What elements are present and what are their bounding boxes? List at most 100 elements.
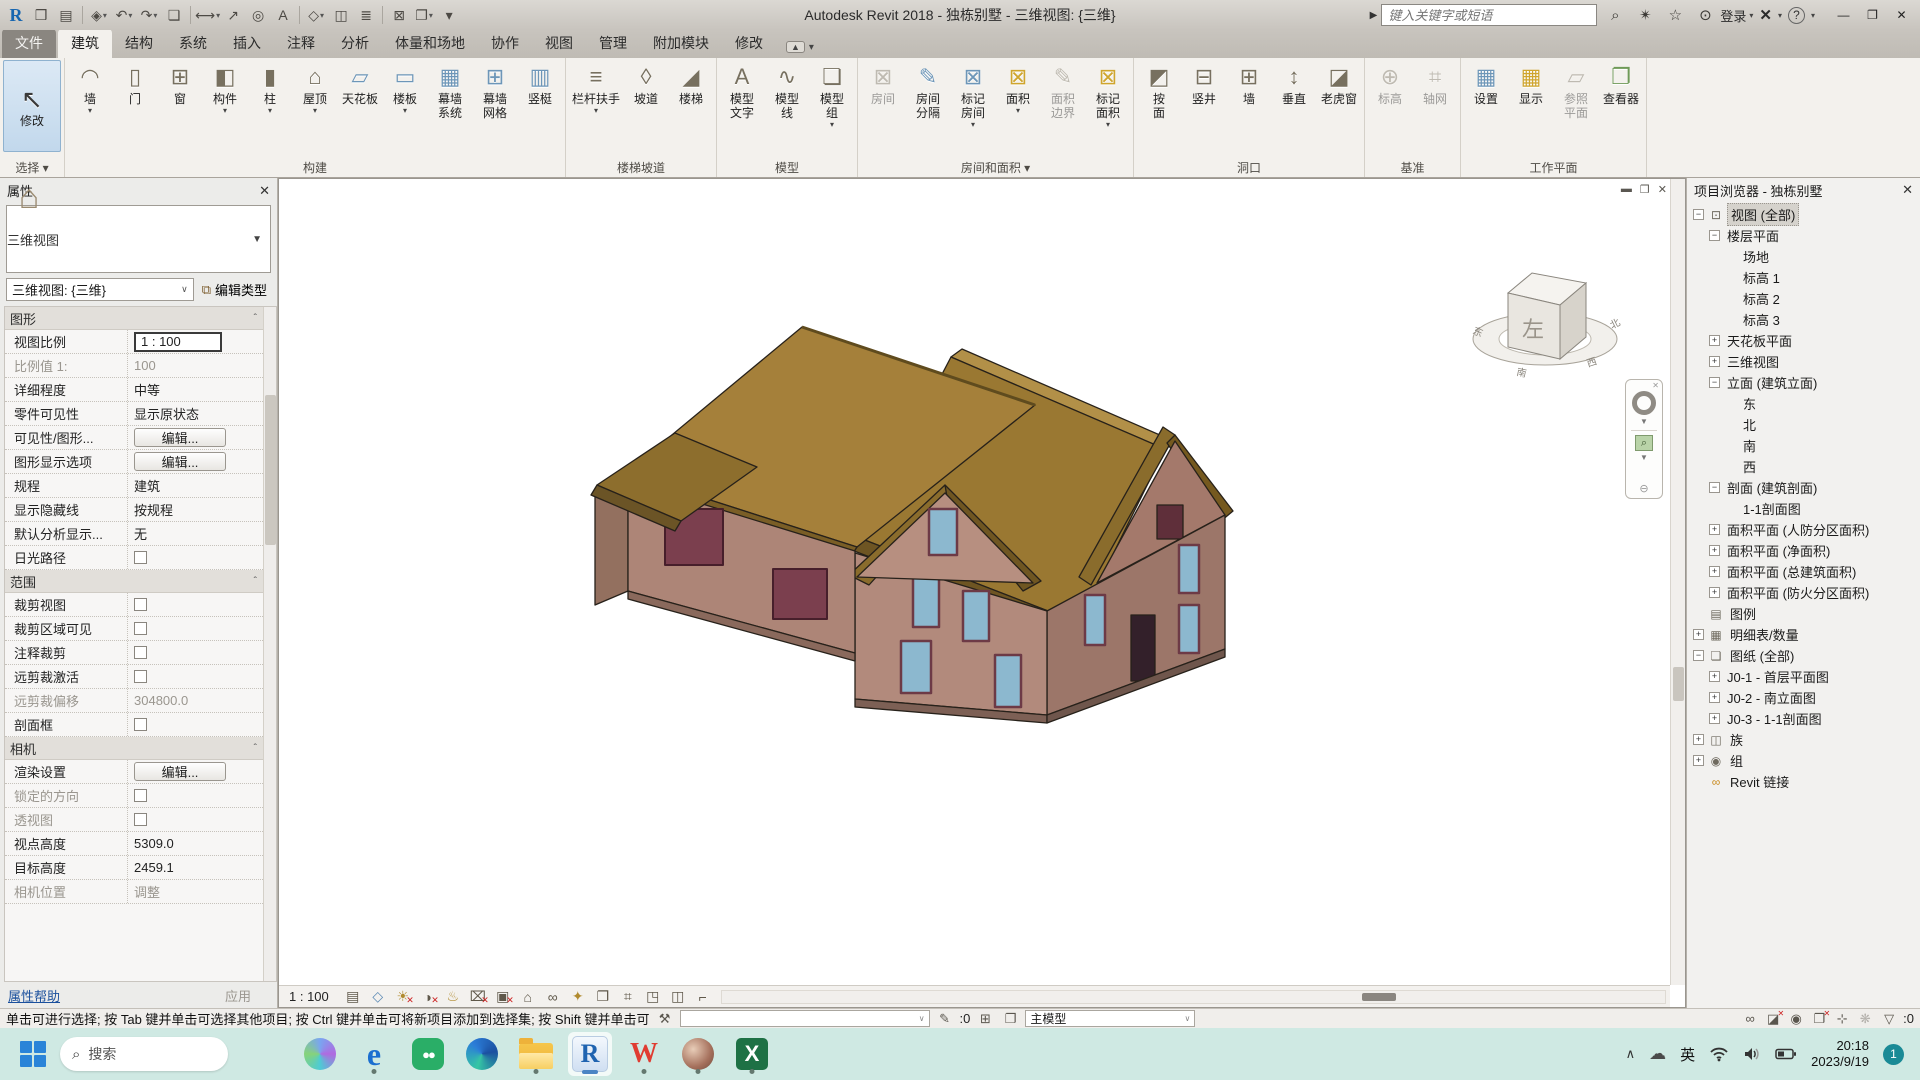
tree-expander-icon[interactable]: + — [1709, 545, 1720, 556]
temporary-view-properties-icon[interactable]: ❐ — [591, 987, 615, 1006]
taskbar-app-explorer[interactable] — [514, 1032, 558, 1076]
tree-item[interactable]: +三维视图 — [1687, 351, 1920, 372]
tab-结构[interactable]: 结构 — [112, 29, 166, 58]
tree-expander-icon[interactable]: + — [1709, 524, 1720, 535]
taskbar-app-copilot[interactable] — [298, 1032, 342, 1076]
tab-协作[interactable]: 协作 — [478, 29, 532, 58]
tree-expander-icon[interactable]: + — [1693, 734, 1704, 745]
highlight-displacement-sets-icon[interactable]: ◳ — [641, 987, 665, 1006]
tree-item[interactable]: +▦明细表/数量 — [1687, 624, 1920, 645]
detail-level-icon[interactable]: ▤ — [341, 987, 365, 1006]
close-hidden-windows-icon[interactable]: ⊠ — [387, 3, 411, 27]
tree-item[interactable]: −楼层平面 — [1687, 225, 1920, 246]
notification-badge[interactable]: 1 — [1883, 1044, 1904, 1065]
properties-scrollbar[interactable] — [263, 307, 276, 981]
tree-expander-icon[interactable]: − — [1709, 482, 1720, 493]
tree-expander-icon[interactable]: + — [1709, 671, 1720, 682]
ribbon-button-显示[interactable]: ▦显示 — [1509, 60, 1553, 108]
tree-item[interactable]: +J0-3 - 1-1剖面图 — [1687, 708, 1920, 729]
tab-管理[interactable]: 管理 — [586, 29, 640, 58]
autodesk-app-store-icon[interactable]: ✕ — [1759, 6, 1772, 25]
tab-体量和场地[interactable]: 体量和场地 — [382, 29, 478, 58]
ribbon-button-垂直[interactable]: ↕垂直 — [1272, 60, 1316, 108]
tree-item[interactable]: +面积平面 (净面积) — [1687, 540, 1920, 561]
tree-item[interactable]: −⊡视图 (全部) — [1687, 204, 1920, 225]
show-constraints-icon[interactable]: ⌐ — [691, 987, 715, 1006]
close-icon[interactable]: ✕ — [1652, 383, 1659, 389]
input-language-indicator[interactable]: 英 — [1680, 1044, 1695, 1065]
tree-expander-icon[interactable]: + — [1709, 587, 1720, 598]
tree-item[interactable]: 西 — [1687, 456, 1920, 477]
ribbon-button-竖井[interactable]: ⊟竖井 — [1182, 60, 1226, 108]
communication-center-icon[interactable]: ✴ — [1633, 4, 1657, 26]
taskbar-app-edge[interactable] — [460, 1032, 504, 1076]
select-links-icon[interactable]: ∞ — [1740, 1011, 1760, 1026]
tray-expand-icon[interactable]: ∧ — [1626, 1046, 1636, 1062]
steering-wheel-icon[interactable] — [1632, 391, 1656, 415]
select-underlay-elements-icon[interactable]: ◪✕ — [1763, 1011, 1783, 1027]
thin-lines-icon[interactable]: ≣ — [354, 3, 378, 27]
tree-item[interactable]: 东 — [1687, 393, 1920, 414]
reveal-hidden-elements-icon[interactable]: ✦ — [566, 987, 590, 1006]
filter-icon[interactable]: ▽ — [1879, 1011, 1899, 1027]
value-input[interactable]: 1 : 100 — [134, 332, 222, 352]
tree-item[interactable]: 场地 — [1687, 246, 1920, 267]
taskbar-app-photos[interactable] — [676, 1032, 720, 1076]
locked-3d-view-icon[interactable]: ⌂ — [516, 987, 540, 1006]
measure-icon[interactable]: ⟷▾ — [195, 3, 220, 27]
checkbox[interactable] — [134, 551, 147, 564]
ribbon-button-模型组[interactable]: ❏模型 组▾ — [810, 60, 854, 131]
tab-分析[interactable]: 分析 — [328, 29, 382, 58]
help-search-input[interactable] — [1381, 4, 1597, 26]
ribbon-button-门[interactable]: ▯门 — [113, 60, 157, 108]
signin-button[interactable]: ⊙ 登录 ▾ — [1693, 4, 1753, 26]
properties-help-link[interactable]: 属性帮助 — [8, 986, 60, 1005]
ribbon-button-柱[interactable]: ▮柱▾ — [248, 60, 292, 117]
tree-item[interactable]: 标高 1 — [1687, 267, 1920, 288]
tab-文件[interactable]: 文件 — [2, 29, 56, 58]
visual-style-icon[interactable]: ◇ — [366, 987, 390, 1006]
edit-type-button[interactable]: ⧉ 编辑类型 — [198, 278, 271, 301]
tree-item[interactable]: +面积平面 (总建筑面积) — [1687, 561, 1920, 582]
ribbon-button-竖梃[interactable]: ▥竖梃 — [518, 60, 562, 108]
ribbon-button-设置[interactable]: ▦设置 — [1464, 60, 1508, 108]
switch-windows-icon[interactable]: ❐▾ — [412, 3, 436, 27]
ribbon-button-坡道[interactable]: ◊坡道 — [624, 60, 668, 108]
view-cube[interactable]: 东 南 西 北 左 — [1460, 241, 1630, 391]
ribbon-button-楼板[interactable]: ▭楼板▾ — [383, 60, 427, 117]
section-icon[interactable]: ◫ — [329, 3, 353, 27]
view-restore-icon[interactable]: ❐ — [1640, 183, 1650, 196]
tree-item[interactable]: 标高 3 — [1687, 309, 1920, 330]
close-icon[interactable]: ✕ — [259, 183, 270, 199]
checkbox[interactable] — [134, 598, 147, 611]
chevron-down-icon[interactable]: ▼ — [1640, 453, 1648, 462]
ribbon-button-模型线[interactable]: ∿模型 线 — [765, 60, 809, 122]
customize-qat-icon[interactable]: ▾ — [437, 3, 461, 27]
show-analytical-model-icon[interactable]: ⌗ — [616, 987, 640, 1006]
tree-item[interactable]: +面积平面 (防火分区面积) — [1687, 582, 1920, 603]
tree-item[interactable]: ▤图例 — [1687, 603, 1920, 624]
tree-item[interactable]: +◫族 — [1687, 729, 1920, 750]
tab-视图[interactable]: 视图 — [532, 29, 586, 58]
tree-expander-icon[interactable]: + — [1693, 629, 1704, 640]
tree-expander-icon[interactable]: − — [1693, 209, 1704, 220]
value-text[interactable]: 无 — [134, 524, 147, 543]
battery-icon[interactable] — [1775, 1047, 1797, 1061]
tab-插入[interactable]: 插入 — [220, 29, 274, 58]
zoom-region-icon[interactable]: ⌕ — [1635, 435, 1653, 451]
undo-icon[interactable]: ↶▾ — [112, 3, 136, 27]
property-section-范围[interactable]: 范围ˆ — [5, 570, 276, 593]
worksharing-display-icon[interactable]: ◫ — [666, 987, 690, 1006]
tree-item[interactable]: ∞Revit 链接 — [1687, 771, 1920, 792]
tree-item[interactable]: −❏图纸 (全部) — [1687, 645, 1920, 666]
tree-item[interactable]: 北 — [1687, 414, 1920, 435]
edit-button[interactable]: 编辑... — [134, 762, 226, 781]
value-text[interactable]: 显示原状态 — [134, 404, 199, 423]
checkbox[interactable] — [134, 718, 147, 731]
temporary-hide-isolate-icon[interactable]: ∞ — [541, 987, 565, 1006]
search-icon[interactable]: ⌕ — [1603, 4, 1627, 26]
ribbon-button-房间分隔[interactable]: ✎房间 分隔 — [906, 60, 950, 122]
view-close-icon[interactable]: ✕ — [1658, 183, 1667, 196]
tree-expander-icon[interactable]: + — [1693, 755, 1704, 766]
value-text[interactable]: 按规程 — [134, 500, 173, 519]
